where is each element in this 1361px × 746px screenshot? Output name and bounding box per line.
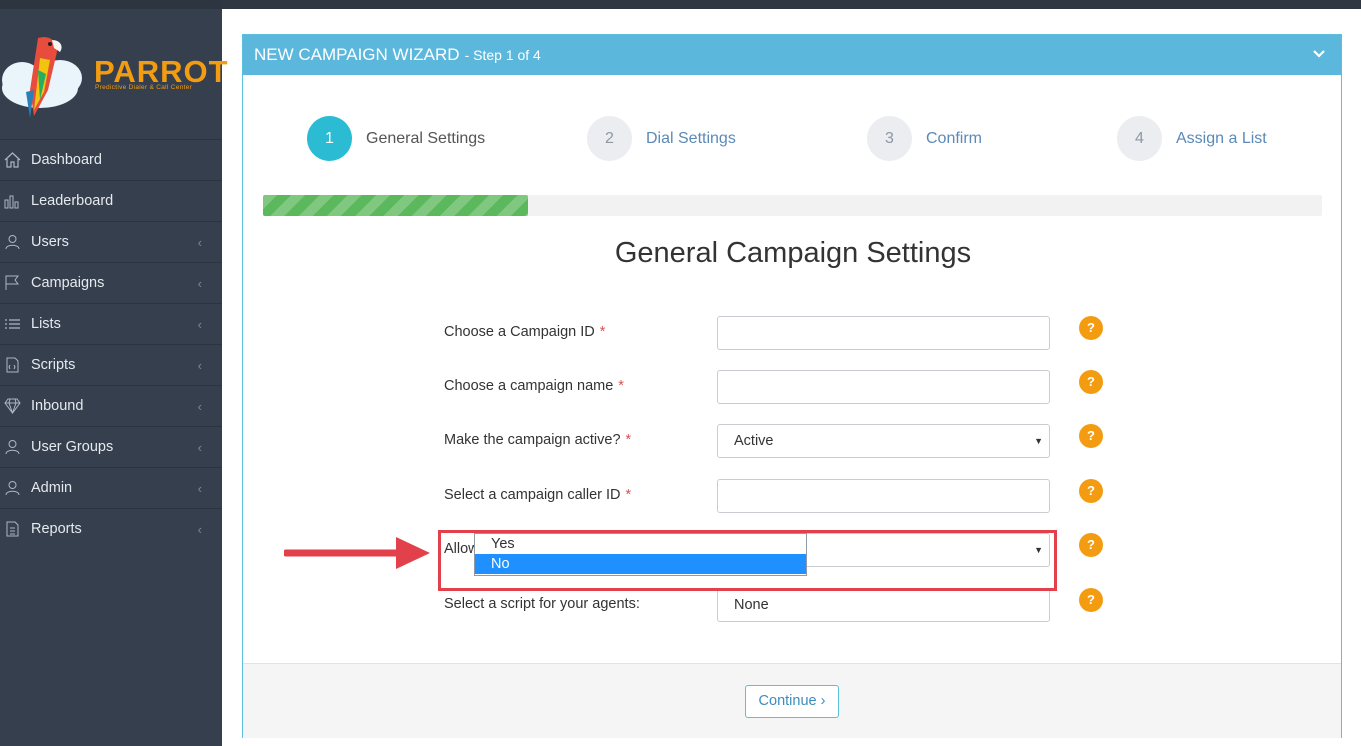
sidebar-item-label: Campaigns	[31, 275, 105, 291]
wizard-footer: Continue ›	[243, 663, 1341, 738]
script-file-icon	[4, 357, 24, 373]
annotation-arrow-icon	[284, 537, 430, 569]
step-number: 1	[307, 116, 352, 161]
chevron-left-icon: ‹	[197, 316, 202, 332]
sidebar-item-label: Reports	[31, 521, 82, 537]
chevron-left-icon: ‹	[197, 275, 202, 291]
list-icon	[4, 316, 24, 332]
sidebar-item-lists[interactable]: Lists ‹	[0, 303, 222, 344]
sidebar-item-inbound[interactable]: Inbound ‹	[0, 385, 222, 426]
sidebar-item-label: Users	[31, 234, 69, 250]
field-label: Make the campaign active? *	[444, 432, 632, 448]
field-label: Choose a campaign name *	[444, 378, 624, 394]
chevron-left-icon: ‹	[197, 234, 202, 250]
chevron-left-icon: ‹	[197, 521, 202, 537]
help-icon[interactable]: ?	[1079, 316, 1103, 340]
field-label: Choose a Campaign ID *	[444, 324, 606, 340]
help-icon[interactable]: ?	[1079, 588, 1103, 612]
wizard-step-2[interactable]: 2 Dial Settings	[587, 116, 736, 161]
help-icon[interactable]: ?	[1079, 533, 1103, 557]
step-label: General Settings	[366, 129, 486, 147]
sidebar-item-dashboard[interactable]: Dashboard	[0, 139, 222, 180]
required-marker: *	[599, 324, 606, 340]
field-campaign-id: Choose a Campaign ID * ?	[444, 316, 1144, 352]
continue-button[interactable]: Continue ›	[745, 685, 839, 718]
campaign-active-select[interactable]: Active ▼	[717, 424, 1050, 458]
admin-user-icon	[4, 480, 24, 496]
campaign-wizard-panel: NEW CAMPAIGN WIZARD - Step 1 of 4 1 Gene…	[242, 34, 1342, 738]
step-number: 4	[1117, 116, 1162, 161]
chevron-left-icon: ‹	[197, 439, 202, 455]
sidebar-item-label: Leaderboard	[31, 193, 114, 209]
chevron-down-icon[interactable]	[1311, 45, 1327, 61]
agent-script-select[interactable]: None	[717, 588, 1050, 622]
user-group-icon	[4, 439, 24, 455]
wizard-step-3[interactable]: 3 Confirm	[867, 116, 982, 161]
sidebar-item-reports[interactable]: Reports ‹	[0, 508, 222, 549]
help-icon[interactable]: ?	[1079, 370, 1103, 394]
help-icon[interactable]: ?	[1079, 424, 1103, 448]
progress-fill	[263, 195, 528, 216]
sidebar-item-label: Lists	[31, 316, 61, 332]
bar-chart-icon	[4, 193, 24, 209]
step-label: Confirm	[926, 129, 983, 147]
sidebar-item-label: Dashboard	[31, 152, 102, 168]
field-campaign-active: Make the campaign active? * Active ▼ ?	[444, 424, 1144, 460]
sidebar-item-admin[interactable]: Admin ‹	[0, 467, 222, 508]
field-label: Select a script for your agents:	[444, 596, 640, 612]
diamond-icon	[4, 398, 24, 414]
required-marker: *	[618, 378, 624, 394]
section-title: General Campaign Settings	[614, 237, 972, 269]
wizard-step-4[interactable]: 4 Assign a List	[1117, 116, 1267, 161]
user-icon	[4, 234, 24, 250]
chevron-left-icon: ‹	[197, 357, 202, 373]
help-icon[interactable]: ?	[1079, 479, 1103, 503]
wizard-progress-bar	[263, 195, 1322, 216]
required-marker: *	[625, 432, 632, 448]
annotation-highlight-box	[438, 530, 1057, 591]
field-caller-id: Select a campaign caller ID * ?	[444, 479, 1144, 515]
campaign-name-input[interactable]	[717, 370, 1050, 404]
top-navbar-strip	[222, 0, 1361, 9]
chevron-left-icon: ‹	[197, 398, 202, 414]
brand-logo[interactable]: PARROT Predictive Dialer & Call Center	[0, 22, 228, 132]
sidebar-item-scripts[interactable]: Scripts ‹	[0, 344, 222, 385]
select-value: None	[734, 597, 769, 613]
sidebar-item-label: Admin	[31, 480, 73, 496]
chevron-left-icon: ‹	[197, 480, 202, 496]
step-label: Dial Settings	[646, 129, 736, 147]
caller-id-input[interactable]	[717, 479, 1050, 513]
sidebar-item-label: User Groups	[31, 439, 114, 455]
required-marker: *	[625, 487, 632, 503]
sidebar-item-leaderboard[interactable]: Leaderboard	[0, 180, 222, 221]
step-number: 2	[587, 116, 632, 161]
sidebar-item-label: Inbound	[31, 398, 84, 414]
wizard-step-1[interactable]: 1 General Settings	[307, 116, 485, 161]
campaign-id-input[interactable]	[717, 316, 1050, 350]
step-label: Assign a List	[1176, 129, 1267, 147]
parrot-logo-icon	[2, 37, 82, 118]
sidebar-item-label: Scripts	[31, 357, 76, 373]
wizard-title: NEW CAMPAIGN WIZARD	[254, 45, 460, 64]
select-value: Active	[734, 433, 774, 449]
field-agent-script: Select a script for your agents: None ?	[444, 588, 1144, 624]
sidebar-item-user-groups[interactable]: User Groups ‹	[0, 426, 222, 467]
sidebar-nav: Dashboard Leaderboard Users ‹ Campaigns …	[0, 139, 222, 549]
field-label: Select a campaign caller ID *	[444, 487, 632, 503]
sidebar-topbar	[0, 0, 222, 9]
flag-icon	[4, 275, 24, 291]
wizard-header: NEW CAMPAIGN WIZARD - Step 1 of 4	[243, 35, 1341, 75]
wizard-step-indicator: - Step 1 of 4	[464, 47, 541, 63]
sidebar-item-campaigns[interactable]: Campaigns ‹	[0, 262, 222, 303]
report-file-icon	[4, 521, 24, 537]
caret-down-icon: ▼	[1034, 436, 1043, 446]
sidebar-item-users[interactable]: Users ‹	[0, 221, 222, 262]
brand-tagline: Predictive Dialer & Call Center	[95, 84, 193, 91]
step-number: 3	[867, 116, 912, 161]
sidebar: PARROT Predictive Dialer & Call Center D…	[0, 0, 228, 746]
field-campaign-name: Choose a campaign name * ?	[444, 370, 1144, 406]
home-icon	[4, 152, 24, 168]
